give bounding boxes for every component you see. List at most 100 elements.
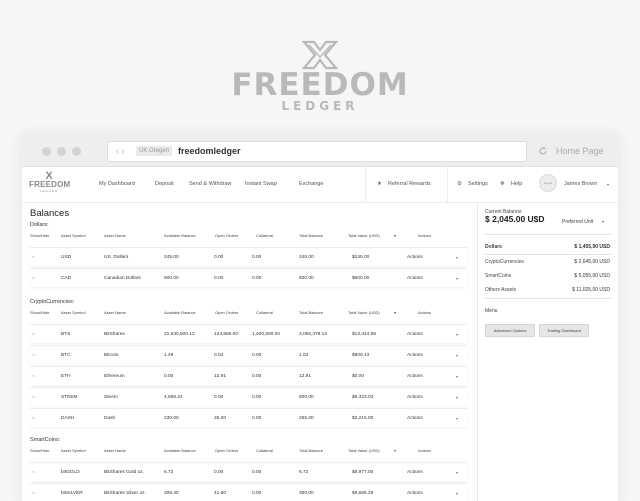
url-text[interactable]: freedomledger [178,146,241,156]
column-header-sort[interactable]: ▾ [394,310,396,315]
cell-actions[interactable]: Actions [407,416,423,421]
cell-actions[interactable]: Actions [407,374,423,379]
visibility-toggle-icon[interactable]: ~ [32,395,35,401]
actions-chevron-icon[interactable]: ▾ [456,276,458,281]
nav-deposit[interactable]: Deposit [155,181,174,187]
nav-instant-swap[interactable]: Instant Swap [245,181,277,187]
address-bar[interactable]: ‹ › UK Oregen freedomledger [107,141,527,162]
column-header-open: Open Orders [215,310,239,315]
advanced-options-button[interactable]: Advanced Options [485,324,535,337]
cell-open: 12.91 [214,374,227,379]
visibility-toggle-icon[interactable]: ~ [32,374,35,380]
column-header-sort[interactable]: ▾ [394,233,396,238]
divider [485,234,611,235]
summary-label-others: Others Assets [485,287,517,293]
cell-name: BitShares Gold oz. [104,470,144,475]
cell-open: 0.04 [214,353,224,358]
table-header: Show/Hide Asset Symbol Asset Name Available… [22,233,475,241]
cell-actions[interactable]: Actions [407,395,423,400]
cell-actions[interactable]: Actions [407,353,423,358]
visibility-toggle-icon[interactable]: ~ [32,255,35,261]
cell-symbol: bitGOLD [61,470,80,475]
cell-available: 308.40 [164,491,179,496]
user-name[interactable]: James Brown [564,181,597,187]
cell-total: 245.00 [299,255,314,260]
nav-referral-rewards[interactable]: Referral Rewards [388,181,431,187]
nav-my-dashboard[interactable]: My Dashboard [99,181,135,187]
actions-chevron-icon[interactable]: ▾ [456,416,458,421]
cell-value: $245.00 [352,255,370,260]
nav-help[interactable]: Help [511,181,522,187]
star-icon: ★ [377,181,382,187]
app-navbar: X FREEDOM LEDGER My Dashboard Deposit Se… [22,167,618,203]
cell-actions[interactable]: Actions [407,332,423,337]
trading-dashboard-button[interactable]: Trading Dashboard [539,324,589,337]
avatar[interactable]: Image [539,174,557,192]
cell-collateral: 0.00 [252,470,262,475]
nav-exchange[interactable]: Exchange [299,181,323,187]
visibility-toggle-icon[interactable]: ~ [32,416,35,422]
visibility-toggle-icon[interactable]: ~ [32,470,35,476]
back-forward-icons[interactable]: ‹ › [116,146,125,156]
cell-value: $600.00 [352,276,370,281]
cell-actions[interactable]: Actions [407,255,423,260]
column-header-actions: Actions [418,448,432,453]
cell-total: 12.91 [299,374,312,379]
nav-settings[interactable]: Settings [468,181,488,187]
visibility-toggle-icon[interactable]: ~ [32,491,35,497]
actions-chevron-icon[interactable]: ▾ [456,395,458,400]
column-header-symbol: Asset Symbol [61,448,86,453]
actions-chevron-icon[interactable]: ▾ [456,491,458,496]
table-row: ~ bitGOLD BitShares Gold oz. 6.72 0.00 0.00 6.… [30,462,467,481]
preferred-unit-chevron-icon[interactable]: ▾ [602,219,604,224]
cell-symbol: BTS [61,332,71,337]
column-header-open: Open Orders [215,233,239,238]
actions-chevron-icon[interactable]: ▾ [456,332,458,337]
cell-open: 41.60 [214,491,227,496]
cell-name: Steem [104,395,118,400]
app-logo[interactable]: X FREEDOM LEDGER [29,171,71,194]
app-logo-name: FREEDOM [29,180,71,189]
refresh-icon[interactable] [538,146,548,156]
cell-total: 600.00 [299,395,314,400]
visibility-toggle-icon[interactable]: ~ [32,332,35,338]
page-title: Balances [30,208,70,219]
brand-subtitle: LEDGER [281,99,359,113]
cell-available: 245.00 [164,255,179,260]
cell-open: 0.00 [214,470,224,475]
cell-actions[interactable]: Actions [407,276,423,281]
column-header-sort[interactable]: ▾ [394,448,396,453]
home-page-link[interactable]: Home Page [556,146,604,156]
window-maximize-dot[interactable] [72,147,81,156]
help-icon: ✥ [500,181,505,187]
table-header: Show/Hide Asset Symbol Asset Name Available… [22,448,475,456]
cell-actions[interactable]: Actions [407,491,423,496]
menu-label: Menu [485,308,498,314]
brand-name: FREEDOM [231,67,409,103]
cell-name: Canadian Dollars [104,276,141,281]
nav-send-withdraw[interactable]: Send & Withdraw [189,181,232,187]
window-close-dot[interactable] [42,147,51,156]
cell-open: 124,586.00 [214,332,239,337]
cell-available: 600.00 [164,276,179,281]
preferred-unit-select[interactable]: Preferred Unit [562,219,593,225]
actions-chevron-icon[interactable]: ▾ [456,353,458,358]
cell-value: $9,323.03 [352,395,374,400]
cell-value: $6,655.29 [352,491,374,496]
column-header-available: Available Balance [164,310,196,315]
table-row: ~ bitSILVER BitShares Silver oz. 308.40 41.6… [30,483,467,501]
visibility-toggle-icon[interactable]: ~ [32,353,35,359]
window-minimize-dot[interactable] [57,147,66,156]
column-header-show: Show/Hide [30,233,50,238]
user-menu-chevron-icon[interactable]: ▾ [607,182,609,187]
cell-name: Bitcoin [104,353,119,358]
cell-total: 6.72 [299,470,309,475]
visibility-toggle-icon[interactable]: ~ [32,276,35,282]
actions-chevron-icon[interactable]: ▾ [456,255,458,260]
cell-open: 0.00 [214,395,224,400]
actions-chevron-icon[interactable]: ▾ [456,470,458,475]
table-row: ~ BTS BitShares 21,530,500.12 124,586.00 1,40… [30,324,467,343]
summary-value-crypto: $ 2,645,00 USD [574,259,610,265]
cell-actions[interactable]: Actions [407,470,423,475]
actions-chevron-icon[interactable]: ▾ [456,374,458,379]
